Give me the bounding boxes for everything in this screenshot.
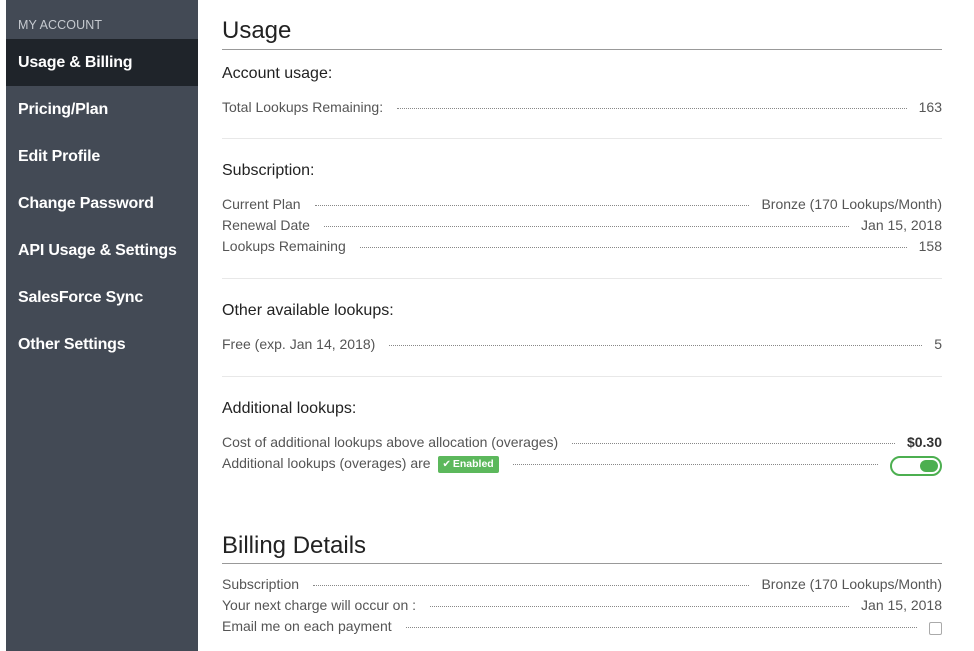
overages-toggle[interactable] bbox=[890, 455, 942, 476]
overages-label-text: Additional lookups (overages) are bbox=[222, 455, 431, 471]
additional-lookups-title: Additional lookups: bbox=[222, 400, 357, 417]
dotted-leader bbox=[397, 108, 907, 109]
billing-subscription-value: Bronze (170 Lookups/Month) bbox=[761, 576, 942, 592]
sidebar-item-other-settings[interactable]: Other Settings bbox=[6, 321, 198, 368]
subscription-section: Subscription: Current Plan Bronze (170 L… bbox=[222, 139, 942, 279]
email-payment-label: Email me on each payment bbox=[222, 618, 392, 634]
lookups-remaining-label: Lookups Remaining bbox=[222, 238, 346, 254]
email-payment-checkbox[interactable] bbox=[929, 622, 942, 635]
total-lookups-label: Total Lookups Remaining: bbox=[222, 99, 384, 115]
check-icon: ✔ bbox=[442, 459, 451, 470]
enabled-badge: ✔ Enabled bbox=[438, 456, 499, 473]
overage-cost-label: Cost of additional lookups above allocat… bbox=[222, 434, 559, 450]
billing-subscription-row: Subscription Bronze (170 Lookups/Month) bbox=[222, 576, 942, 597]
dotted-leader bbox=[313, 585, 750, 586]
toggle-knob bbox=[920, 459, 938, 472]
email-payment-row: Email me on each payment bbox=[222, 618, 942, 639]
overages-enabled-label: Additional lookups (overages) are ✔ Enabl… bbox=[222, 455, 499, 474]
sidebar-item-salesforce-sync[interactable]: SalesForce Sync bbox=[6, 274, 198, 321]
dotted-leader bbox=[512, 464, 878, 465]
dotted-leader bbox=[430, 606, 850, 607]
next-charge-row: Your next charge will occur on : Jan 15,… bbox=[222, 597, 942, 618]
account-usage-title: Account usage: bbox=[222, 65, 333, 82]
renewal-date-label: Renewal Date bbox=[222, 217, 310, 233]
sidebar-item-change-password[interactable]: Change Password bbox=[6, 180, 198, 227]
free-lookups-value: 5 bbox=[934, 336, 942, 352]
other-lookups-section: Other available lookups: Free (exp. Jan … bbox=[222, 279, 942, 377]
other-lookups-title: Other available lookups: bbox=[222, 302, 394, 319]
overage-cost-row: Cost of additional lookups above allocat… bbox=[222, 434, 942, 455]
total-lookups-value: 163 bbox=[918, 99, 942, 115]
current-plan-value: Bronze (170 Lookups/Month) bbox=[761, 196, 942, 212]
free-lookups-label: Free (exp. Jan 14, 2018) bbox=[222, 336, 376, 352]
billing-title: Billing Details bbox=[222, 531, 942, 564]
sidebar-item-edit-profile[interactable]: Edit Profile bbox=[6, 133, 198, 180]
dotted-leader bbox=[323, 226, 850, 227]
sidebar-item-api-usage-settings[interactable]: API Usage & Settings bbox=[6, 227, 198, 274]
account-usage-section: Account usage: Total Lookups Remaining: … bbox=[222, 50, 942, 139]
dotted-leader bbox=[572, 443, 895, 444]
dotted-leader bbox=[389, 345, 923, 346]
sidebar: MY ACCOUNT Usage & Billing Pricing/Plan … bbox=[6, 0, 198, 651]
main-content: Usage Account usage: Total Lookups Remai… bbox=[222, 0, 942, 639]
renewal-date-value: Jan 15, 2018 bbox=[861, 217, 942, 233]
next-charge-label: Your next charge will occur on : bbox=[222, 597, 417, 613]
billing-details-section: Subscription Bronze (170 Lookups/Month) … bbox=[222, 564, 942, 639]
total-lookups-row: Total Lookups Remaining: 163 bbox=[222, 99, 942, 120]
overage-cost-value: $0.30 bbox=[906, 434, 942, 450]
dotted-leader bbox=[359, 247, 907, 248]
dotted-leader bbox=[314, 205, 750, 206]
dotted-leader bbox=[405, 627, 917, 628]
lookups-remaining-value: 158 bbox=[918, 238, 942, 254]
subscription-title: Subscription: bbox=[222, 162, 315, 179]
additional-lookups-section: Additional lookups: Cost of additional l… bbox=[222, 377, 942, 531]
free-lookups-row: Free (exp. Jan 14, 2018) 5 bbox=[222, 336, 942, 357]
renewal-date-row: Renewal Date Jan 15, 2018 bbox=[222, 217, 942, 238]
sidebar-item-usage-billing[interactable]: Usage & Billing bbox=[6, 39, 198, 86]
sidebar-item-pricing-plan[interactable]: Pricing/Plan bbox=[6, 86, 198, 133]
sidebar-header: MY ACCOUNT bbox=[18, 18, 103, 32]
current-plan-row: Current Plan Bronze (170 Lookups/Month) bbox=[222, 196, 942, 217]
next-charge-value: Jan 15, 2018 bbox=[861, 597, 942, 613]
lookups-remaining-row: Lookups Remaining 158 bbox=[222, 238, 942, 259]
current-plan-label: Current Plan bbox=[222, 196, 301, 212]
usage-title: Usage bbox=[222, 17, 942, 50]
enabled-badge-label: Enabled bbox=[452, 458, 494, 470]
overages-enabled-row: Additional lookups (overages) are ✔ Enabl… bbox=[222, 455, 942, 476]
billing-subscription-label: Subscription bbox=[222, 576, 300, 592]
